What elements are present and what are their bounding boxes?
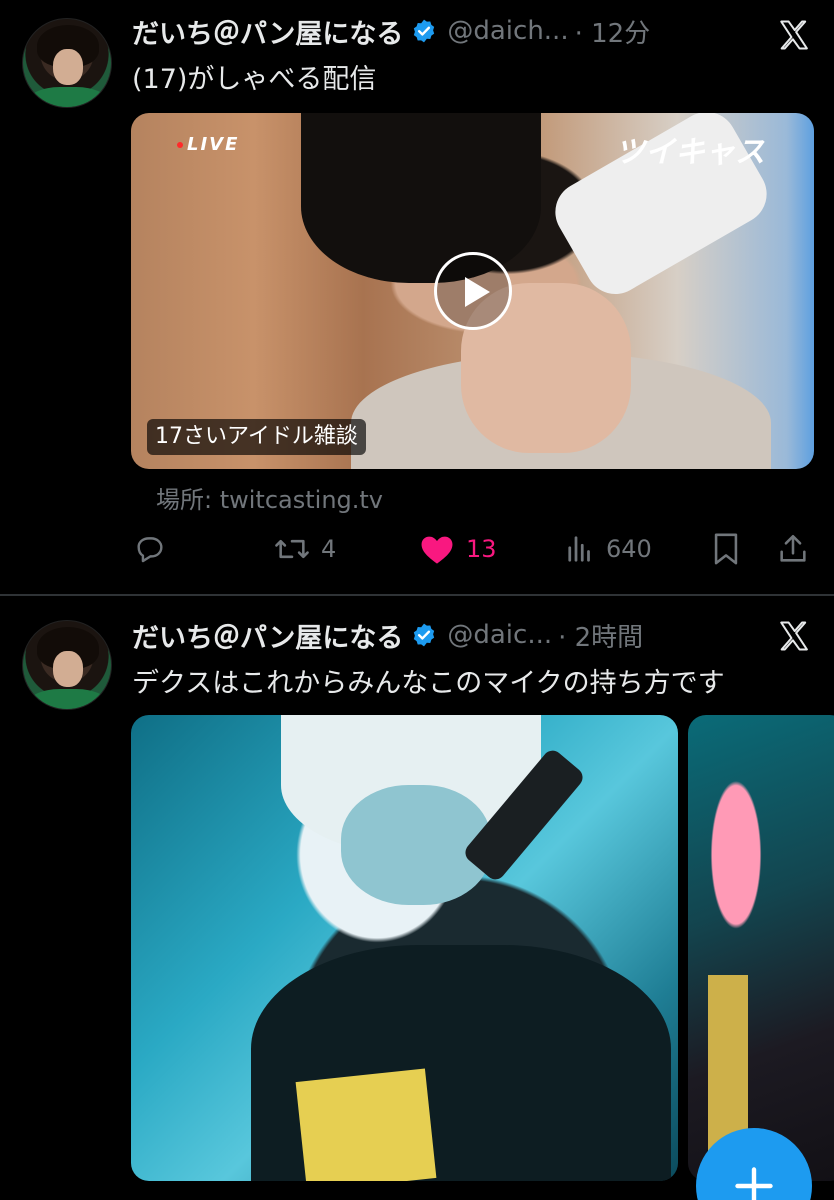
- verified-badge-icon: [414, 623, 435, 647]
- tweet-image[interactable]: [131, 715, 678, 1181]
- live-indicator: LIVE: [177, 134, 239, 155]
- reply-button[interactable]: [133, 526, 177, 572]
- share-icon: [780, 534, 806, 562]
- live-dot-icon: [177, 142, 183, 148]
- tweet-header: だいち＠パン屋になる @daic... · 2時間: [132, 615, 643, 655]
- link-card[interactable]: LIVE ツイキャス 17さいアイドル雑談: [131, 113, 814, 469]
- tweet[interactable]: だいち＠パン屋になる @daich... · 12分 (17)がしゃべる配信 L…: [0, 0, 834, 595]
- author-handle[interactable]: @daic...: [447, 620, 552, 650]
- tweet-image[interactable]: [688, 715, 834, 1181]
- share-button[interactable]: [776, 526, 810, 572]
- play-button[interactable]: [434, 252, 512, 330]
- tweet-header: だいち＠パン屋になる @daich... · 12分: [132, 11, 650, 51]
- heart-icon: [421, 536, 453, 564]
- tweet-time[interactable]: · 12分: [575, 13, 651, 50]
- card-title: 17さいアイドル雑談: [147, 419, 366, 455]
- reply-icon: [137, 537, 163, 563]
- play-icon: [465, 277, 490, 307]
- x-logo-icon[interactable]: [776, 619, 812, 653]
- tweet-text: (17)がしゃべる配信: [132, 64, 377, 95]
- retweet-icon: [275, 539, 309, 559]
- views-icon: [568, 536, 590, 562]
- tweet-text: デクスはこれからみんなこのマイクの持ち方です: [132, 668, 725, 699]
- views-button[interactable]: 640: [566, 526, 652, 572]
- card-domain[interactable]: 場所: twitcasting.tv: [156, 480, 383, 515]
- retweet-count: 4: [321, 535, 337, 563]
- tweet-actions: 4 13 640: [0, 526, 834, 572]
- card-brand: ツイキャス: [615, 135, 765, 170]
- like-count: 13: [466, 535, 497, 563]
- retweet-button[interactable]: 4: [273, 526, 336, 572]
- author-name[interactable]: だいち＠パン屋になる: [132, 616, 403, 655]
- bookmark-icon: [714, 533, 738, 565]
- avatar[interactable]: [22, 620, 112, 710]
- view-count: 640: [606, 535, 652, 563]
- avatar[interactable]: [22, 18, 112, 108]
- author-name[interactable]: だいち＠パン屋になる: [132, 12, 403, 51]
- like-button[interactable]: 13: [418, 526, 497, 572]
- bookmark-button[interactable]: [711, 526, 741, 572]
- x-logo-icon[interactable]: [776, 18, 812, 52]
- plus-icon: [735, 1167, 773, 1200]
- verified-badge-icon: [414, 19, 435, 43]
- author-handle[interactable]: @daich...: [447, 16, 568, 46]
- tweet-time[interactable]: · 2時間: [558, 617, 643, 654]
